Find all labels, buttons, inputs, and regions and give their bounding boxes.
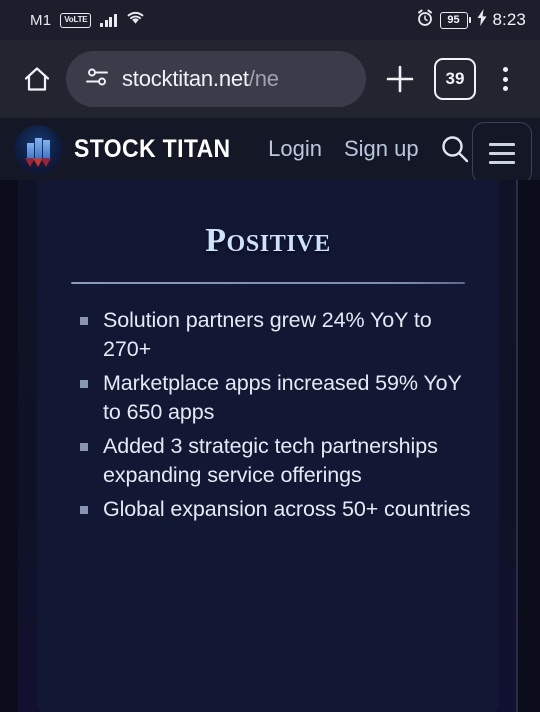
phone-screen: M1 VoLTE 95 8:23 stocktitan.net/ne 39 ST… — [0, 0, 540, 712]
positive-divider — [71, 282, 465, 284]
home-icon[interactable] — [14, 64, 60, 94]
url-text: stocktitan.net/ne — [122, 66, 279, 91]
scrollbar-track[interactable] — [516, 180, 517, 712]
list-item: Added 3 strategic tech partnerships expa… — [77, 432, 479, 490]
search-icon[interactable] — [439, 133, 471, 165]
carrier-label: M1 — [30, 11, 52, 29]
hamburger-menu-icon[interactable] — [472, 122, 532, 184]
signup-link[interactable]: Sign up — [344, 136, 419, 162]
kebab-menu-icon[interactable] — [484, 67, 526, 91]
battery-indicator: 95 — [439, 11, 471, 29]
page-body: Positive Solution partners grew 24% YoY … — [0, 180, 540, 712]
stock-titan-logo-icon[interactable] — [14, 125, 62, 173]
android-status-bar: M1 VoLTE 95 8:23 — [0, 0, 540, 40]
battery-level-label: 95 — [439, 11, 468, 29]
content-column: Positive Solution partners grew 24% YoY … — [18, 180, 518, 712]
signal-bars-icon — [100, 13, 117, 27]
list-item: Global expansion across 50+ countries — [77, 495, 479, 524]
positive-card-title: Positive — [205, 222, 331, 259]
page-info-icon[interactable] — [84, 66, 110, 93]
login-link[interactable]: Login — [268, 136, 322, 162]
positive-bullet-list: Solution partners grew 24% YoY to 270+ M… — [37, 306, 499, 524]
url-bar[interactable]: stocktitan.net/ne — [66, 51, 366, 107]
wifi-icon — [126, 10, 145, 30]
alarm-clock-icon — [416, 9, 434, 32]
plus-icon[interactable] — [374, 63, 426, 95]
list-item: Marketplace apps increased 59% YoY to 65… — [77, 369, 479, 427]
status-bar-left: M1 VoLTE — [30, 10, 145, 30]
status-bar-right: 95 8:23 — [416, 9, 527, 32]
charging-bolt-icon — [477, 9, 487, 31]
positive-card: Positive Solution partners grew 24% YoY … — [37, 180, 499, 712]
list-item: Solution partners grew 24% YoY to 270+ — [77, 306, 479, 364]
clock-label: 8:23 — [492, 10, 526, 29]
browser-toolbar: stocktitan.net/ne 39 — [0, 40, 540, 118]
site-nav: Login Sign up — [268, 136, 418, 162]
volte-badge: VoLTE — [60, 12, 92, 28]
tab-count-button[interactable]: 39 — [434, 58, 476, 100]
brand-title[interactable]: STOCK TITAN — [74, 135, 231, 164]
site-header: STOCK TITAN Login Sign up — [0, 118, 540, 184]
